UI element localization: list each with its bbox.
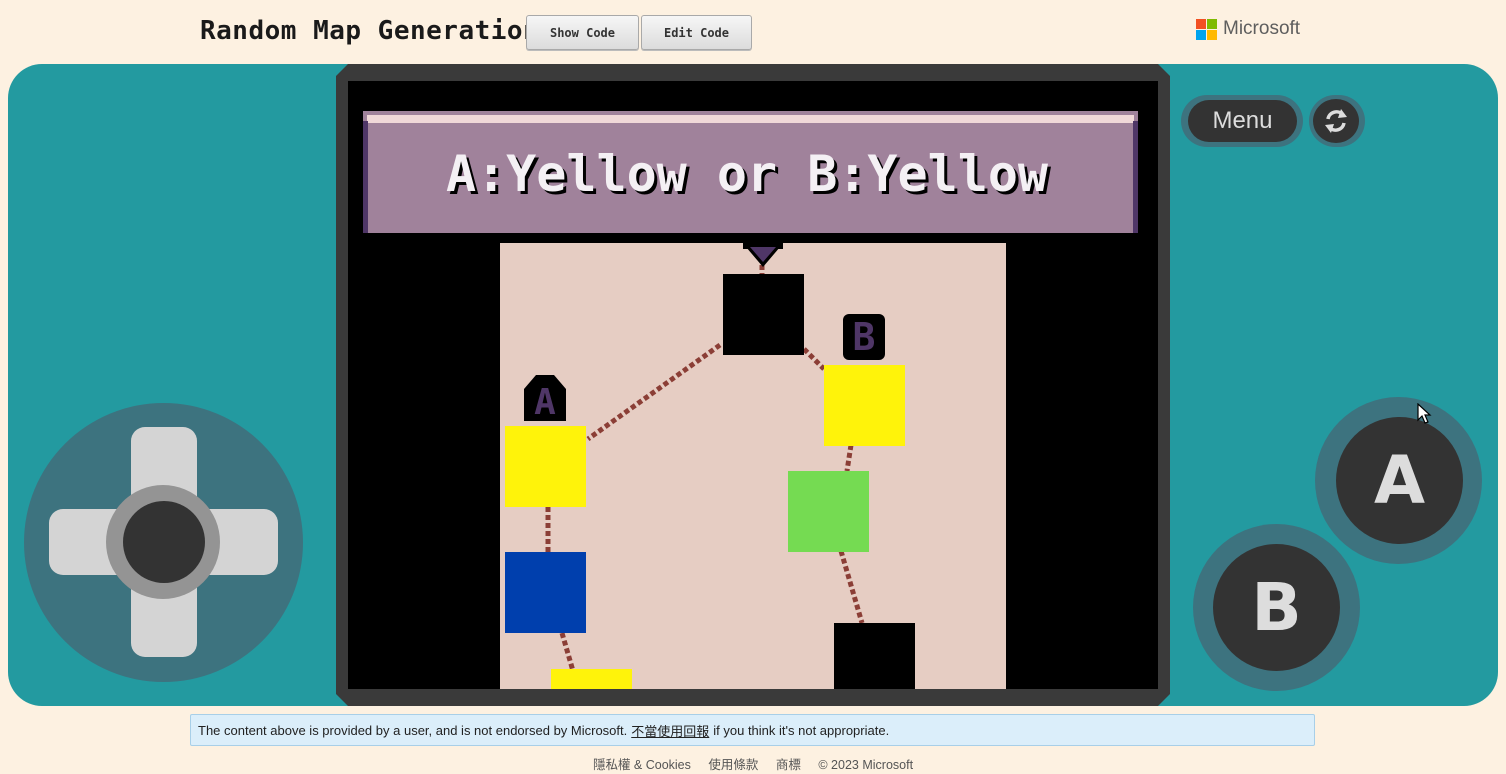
mouse-cursor-icon — [1417, 403, 1432, 424]
prompt-banner: A:Yellow or B:Yellow A:Yellow or B:Yello… — [363, 111, 1138, 237]
game-screen[interactable]: A:Yellow or B:Yellow A:Yellow or B:Yello… — [348, 81, 1158, 689]
room-yellow-right — [824, 365, 905, 446]
a-button[interactable]: A — [1336, 417, 1463, 544]
room-yellow-left — [505, 426, 586, 507]
refresh-icon — [1325, 109, 1347, 133]
marker-b-label: B — [853, 315, 876, 359]
marker-a-label: A — [534, 382, 556, 423]
room-yellow-bottom — [551, 669, 632, 689]
microsoft-logo-icon — [1196, 18, 1217, 40]
footer: 隱私權 & Cookies 使用條款 商標 © 2023 Microsoft — [0, 754, 1506, 773]
marker-a-icon: A — [524, 375, 566, 423]
notice-suffix: if you think it's not appropriate. — [713, 722, 890, 738]
terms-link[interactable]: 使用條款 — [708, 758, 758, 772]
room-bottom-black — [834, 623, 915, 689]
edit-code-button[interactable]: Edit Code — [641, 15, 752, 50]
notice-prefix: The content above is provided by a user,… — [198, 722, 628, 738]
report-abuse-link[interactable]: 不當使用回報 — [631, 721, 709, 740]
page-title: Random Map Generation — [200, 16, 540, 46]
game-canvas: A:Yellow or B:Yellow A:Yellow or B:Yello… — [363, 111, 1138, 689]
brand-name: Microsoft — [1223, 18, 1301, 39]
content-notice: The content above is provided by a user,… — [190, 714, 1315, 746]
room-top-black — [723, 274, 804, 355]
microsoft-logo[interactable]: Microsoft — [1196, 18, 1300, 40]
b-button[interactable]: B — [1213, 544, 1340, 671]
restart-button[interactable] — [1313, 99, 1359, 143]
dpad-center[interactable] — [123, 501, 205, 583]
show-code-button[interactable]: Show Code — [526, 15, 639, 50]
privacy-link[interactable]: 隱私權 & Cookies — [593, 758, 691, 772]
room-blue — [505, 552, 586, 633]
copyright-text: © 2023 Microsoft — [818, 758, 914, 772]
banner-text: A:Yellow or B:Yellow — [446, 145, 1049, 203]
room-green — [788, 471, 869, 552]
marker-b-icon: B — [843, 314, 885, 360]
trademarks-link[interactable]: 商標 — [776, 758, 801, 772]
menu-button[interactable]: Menu — [1188, 100, 1297, 142]
